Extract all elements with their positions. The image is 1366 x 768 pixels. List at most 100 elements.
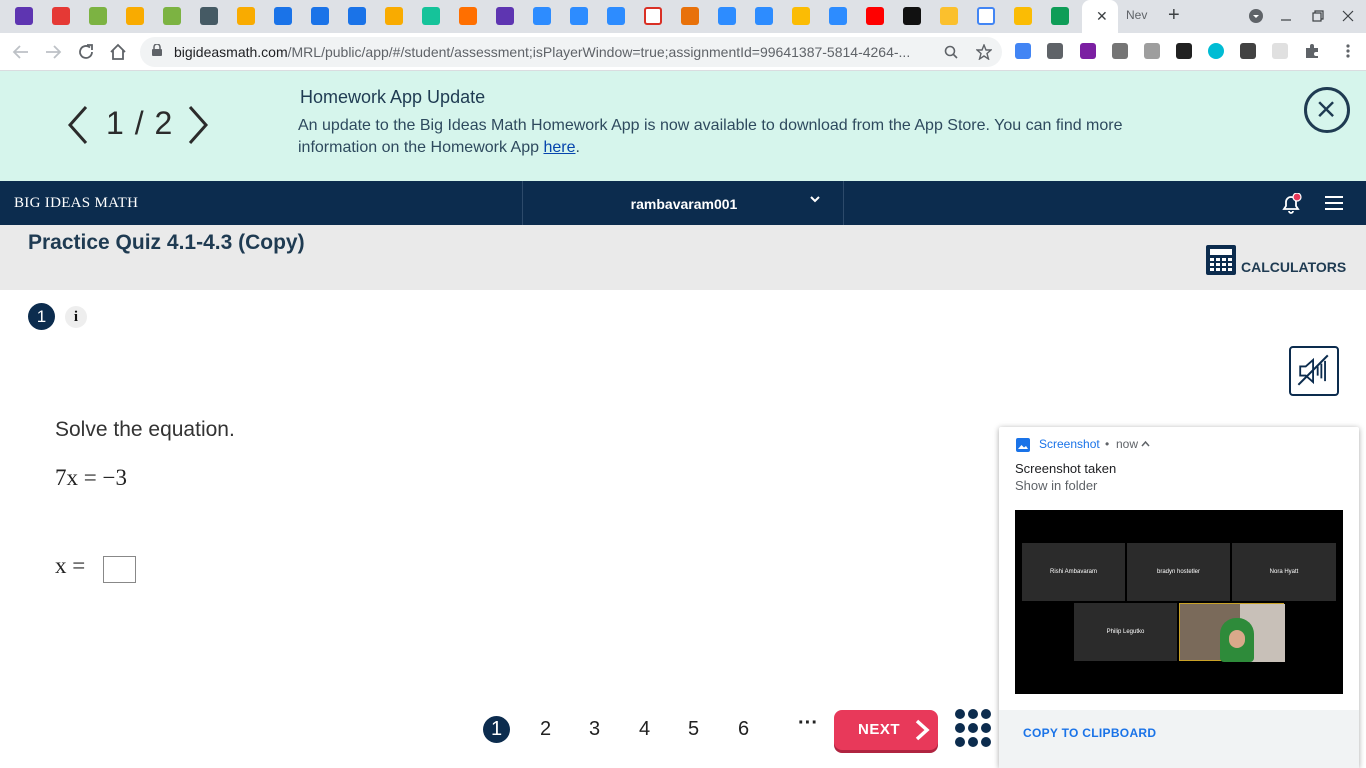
extension-icon[interactable] (1208, 43, 1224, 59)
tab-favicon-classroom-icon[interactable] (792, 7, 810, 25)
username: rambavaram001 (630, 196, 738, 212)
extension-icon[interactable] (1080, 43, 1096, 59)
extension-icon[interactable] (1176, 43, 1192, 59)
tab-favicon-docs-icon[interactable] (274, 7, 292, 25)
tab-favicon-google-icon[interactable] (977, 7, 995, 25)
extension-icon[interactable] (1272, 43, 1288, 59)
question-nav-4[interactable]: 4 (631, 716, 658, 743)
notification-title: Screenshot taken (1015, 461, 1117, 476)
question-nav-3[interactable]: 3 (581, 716, 608, 743)
url-path: /MRL/public/app/#/student/assessment;isP… (287, 44, 911, 60)
hamburger-menu-icon[interactable] (1325, 195, 1343, 211)
extension-icon[interactable] (1240, 43, 1256, 59)
show-in-folder-link[interactable]: Show in folder (1015, 478, 1097, 493)
tab-favicon-slides-icon[interactable] (126, 7, 144, 25)
next-button[interactable]: NEXT (834, 710, 938, 750)
close-window-icon[interactable] (1342, 10, 1354, 22)
notification-bell-icon[interactable] (1280, 193, 1302, 215)
extensions-puzzle-icon[interactable] (1304, 43, 1320, 59)
question-grid-icon[interactable] (954, 708, 998, 752)
tab-favicon-zoom-icon[interactable] (607, 7, 625, 25)
question-nav-2[interactable]: 2 (532, 716, 559, 743)
pager-next-icon[interactable] (184, 103, 212, 147)
bookmark-star-icon[interactable] (976, 44, 992, 60)
tab-favicon-adobe-icon[interactable] (52, 7, 70, 25)
chrome-menu-icon[interactable] (1340, 43, 1356, 59)
question-nav-6[interactable]: 6 (730, 716, 757, 743)
extension-translate-icon[interactable] (1015, 43, 1031, 59)
close-icon[interactable] (1304, 87, 1350, 133)
banner-title: Homework App Update (300, 87, 486, 107)
next-label: NEXT (858, 721, 901, 738)
tab-favicon-zoom-icon[interactable] (755, 7, 773, 25)
tab-close-icon[interactable]: ✕ (1096, 8, 1108, 25)
pager-prev-icon[interactable] (64, 103, 92, 147)
video-person-face (1229, 630, 1245, 648)
chevron-up-icon[interactable] (1141, 440, 1150, 447)
tab-favicon-sheets-icon[interactable] (15, 7, 33, 25)
participant-name: Nora Hyatt (1269, 569, 1299, 575)
calculator-icon (1206, 245, 1236, 275)
back-icon[interactable] (12, 43, 30, 61)
chevron-right-icon (915, 719, 930, 741)
tab-favicon-photos-icon[interactable] (681, 7, 699, 25)
restore-icon[interactable] (1312, 10, 1324, 22)
calculators-button[interactable]: CALCULATORS (1206, 243, 1346, 279)
forward-icon[interactable] (44, 43, 62, 61)
brand-logo[interactable]: BIG IDEAS MATH (14, 195, 138, 212)
participant-name: bradyn hostetler (1156, 569, 1201, 575)
address-bar[interactable]: bigideasmath.com/MRL/public/app/#/studen… (140, 37, 1002, 67)
question-nav-5[interactable]: 5 (680, 716, 707, 743)
tab-favicon-docs-icon[interactable] (311, 7, 329, 25)
tab-favicon-youtube-icon[interactable] (866, 7, 884, 25)
tab-favicon-slides-icon[interactable] (385, 7, 403, 25)
tab-favicon-gmail-icon[interactable] (644, 7, 662, 25)
notification-app-name: Screenshot (1039, 437, 1100, 451)
quiz-title: Practice Quiz 4.1-4.3 (Copy) (28, 231, 305, 254)
question-nav-1[interactable]: 1 (483, 716, 510, 743)
browser-toolbar: bigideasmath.com/MRL/public/app/#/studen… (0, 33, 1366, 71)
extension-icon[interactable] (1047, 43, 1063, 59)
tab-favicon-grammarly-icon[interactable] (422, 7, 440, 25)
answer-input[interactable] (103, 556, 136, 583)
calculators-label: CALCULATORS (1241, 259, 1347, 275)
copy-to-clipboard-button[interactable]: COPY TO CLIPBOARD (1023, 726, 1156, 740)
tab-favicon-classroom-icon[interactable] (1014, 7, 1032, 25)
tab-favicon-classroom-icon[interactable] (200, 7, 218, 25)
lock-icon[interactable] (152, 44, 162, 56)
screenshot-notification[interactable]: Screenshot • now Screenshot taken Show i… (999, 427, 1359, 768)
tab-favicon-zoom-icon[interactable] (829, 7, 847, 25)
more-questions-ellipsis[interactable]: ··· (798, 712, 818, 735)
tab-favicon-docs-icon[interactable] (348, 7, 366, 25)
screenshot-preview[interactable]: Rishi Ambavaram bradyn hostetler Nora Hy… (1015, 510, 1343, 694)
tab-favicon-slides-icon[interactable] (237, 7, 255, 25)
audio-muted-icon[interactable] (1289, 346, 1339, 396)
zoom-icon[interactable] (944, 45, 958, 59)
tab-favicon-zoom-icon[interactable] (570, 7, 588, 25)
tab-favicon-pencil-icon[interactable] (940, 7, 958, 25)
tab-favicon-b-icon[interactable] (903, 7, 921, 25)
tab-favicon-ixl-icon[interactable] (163, 7, 181, 25)
extension-icon[interactable] (1144, 43, 1160, 59)
tab-favicon-flocabulary-icon[interactable] (459, 7, 477, 25)
tab-new-tab[interactable]: Nev (1120, 0, 1156, 33)
home-icon[interactable] (109, 43, 127, 61)
tab-favicon-ixl-icon[interactable] (89, 7, 107, 25)
user-menu[interactable]: rambavaram001 (522, 181, 844, 225)
extension-icon[interactable] (1112, 43, 1128, 59)
tab-favicon-bigideas-icon[interactable] (1051, 7, 1069, 25)
url-text[interactable]: bigideasmath.com/MRL/public/app/#/studen… (174, 44, 910, 60)
new-tab-plus-icon[interactable]: + (1168, 4, 1180, 27)
info-icon[interactable]: i (65, 306, 87, 328)
tab-favicon-sheets-icon[interactable] (496, 7, 514, 25)
browser-tab-strip: ✕ Nev + (0, 0, 1366, 33)
tab-favicon-zoom-icon[interactable] (533, 7, 551, 25)
question-instruction: Solve the equation. (55, 418, 235, 441)
equation: 7x = −3 (55, 465, 127, 490)
minimize-icon[interactable] (1280, 10, 1292, 22)
reload-icon[interactable] (77, 43, 95, 61)
quiz-title-bar: Practice Quiz 4.1-4.3 (Copy) CALCULATORS (0, 225, 1366, 290)
tab-favicon-zoom-icon[interactable] (718, 7, 736, 25)
tab-search-icon[interactable] (1248, 8, 1264, 24)
banner-here-link[interactable]: here (543, 139, 575, 156)
